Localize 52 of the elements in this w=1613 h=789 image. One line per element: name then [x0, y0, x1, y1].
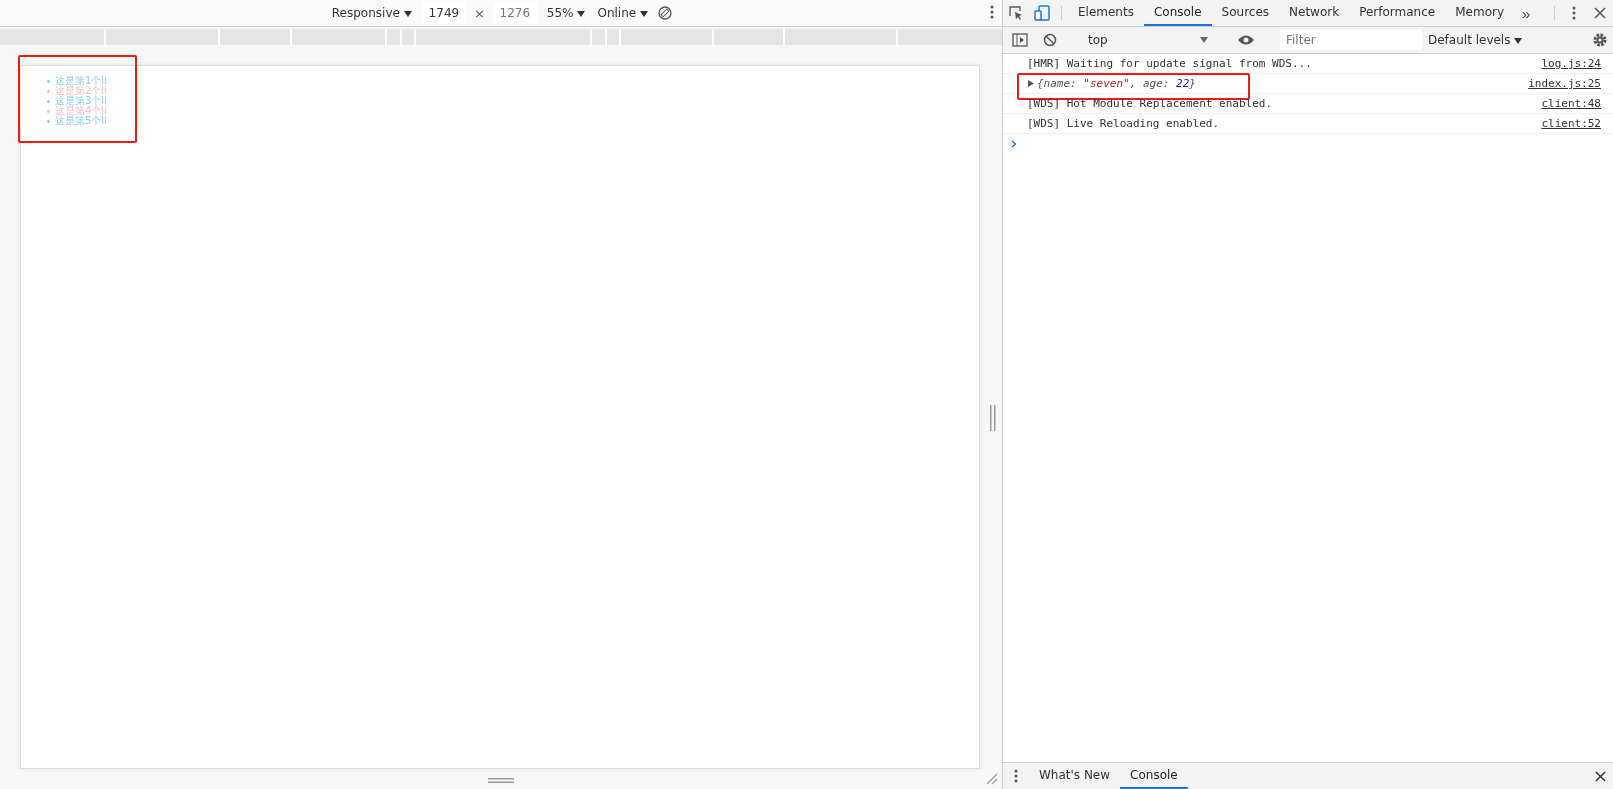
more-tabs-button[interactable]: »	[1514, 0, 1539, 26]
device-preset-dropdown[interactable]: Responsive	[329, 6, 414, 20]
source-link[interactable]: client:48	[1541, 97, 1601, 110]
width-field[interactable]: 1749	[421, 2, 466, 24]
times-sign: ×	[473, 5, 485, 21]
devtools-tab[interactable]: Memory	[1445, 0, 1514, 26]
sidebar-toggle-icon[interactable]	[1012, 33, 1028, 47]
list-item: 这是第5个li	[55, 116, 107, 126]
drawer-tab[interactable]: Console	[1120, 763, 1188, 789]
devtools-tab[interactable]: Sources	[1211, 0, 1280, 26]
more-options-icon[interactable]	[990, 5, 994, 19]
filter-field[interactable]: Filter	[1280, 30, 1422, 50]
eye-icon[interactable]	[1237, 34, 1255, 46]
source-link[interactable]: index.js:25	[1528, 77, 1601, 90]
close-icon[interactable]	[1594, 770, 1606, 782]
list-item: 这是第2个li	[55, 86, 107, 96]
devtools-tab[interactable]: Elements	[1068, 0, 1144, 26]
levels-dropdown[interactable]: Default levels	[1426, 33, 1525, 47]
more-options-icon[interactable]	[1572, 6, 1576, 20]
zoom-dropdown[interactable]: 55%	[544, 6, 588, 20]
clear-console-icon[interactable]	[1043, 33, 1057, 47]
close-icon[interactable]	[1594, 7, 1606, 19]
settings-icon[interactable]	[1592, 32, 1608, 48]
devtools-tab[interactable]: Performance	[1349, 0, 1446, 26]
rotate-icon[interactable]	[658, 6, 673, 20]
more-options-icon[interactable]	[1014, 769, 1018, 783]
resize-handle-icon[interactable]	[990, 405, 996, 431]
source-link[interactable]: client:52	[1541, 117, 1601, 130]
caret-icon	[577, 10, 586, 17]
prompt-chevron-icon[interactable]	[1011, 140, 1017, 148]
console-message: [WDS] Live Reloading enabled.	[1027, 117, 1221, 130]
height-field[interactable]: 1276	[492, 2, 537, 24]
caret-icon	[1514, 37, 1523, 44]
list-item: 这是第1个li	[55, 76, 107, 86]
console-message[interactable]: {name: "seven", age: 22}	[1027, 77, 1529, 90]
list-item: 这是第3个li	[55, 96, 107, 106]
caret-icon	[1200, 37, 1208, 43]
expand-triangle-icon[interactable]	[1028, 80, 1034, 87]
source-link[interactable]: log.js:24	[1541, 57, 1601, 70]
device-toggle-icon[interactable]	[1034, 5, 1050, 21]
caret-icon	[640, 10, 649, 17]
caret-icon	[403, 10, 412, 17]
throttle-dropdown[interactable]: Online	[595, 6, 651, 20]
inspect-icon[interactable]	[1008, 5, 1024, 21]
console-message: [HMR] Waiting for update signal from WDS...	[1027, 57, 1313, 70]
devtools-tab[interactable]: Network	[1279, 0, 1350, 26]
drawer-tab[interactable]: What's New	[1029, 763, 1121, 789]
context-dropdown[interactable]: top	[1084, 33, 1212, 47]
resize-handle-icon[interactable]	[488, 778, 514, 783]
console-message: [WDS] Hot Module Replacement enabled.	[1027, 97, 1274, 110]
list-item: 这是第4个li	[55, 106, 107, 116]
corner-resize-icon[interactable]	[986, 773, 998, 785]
